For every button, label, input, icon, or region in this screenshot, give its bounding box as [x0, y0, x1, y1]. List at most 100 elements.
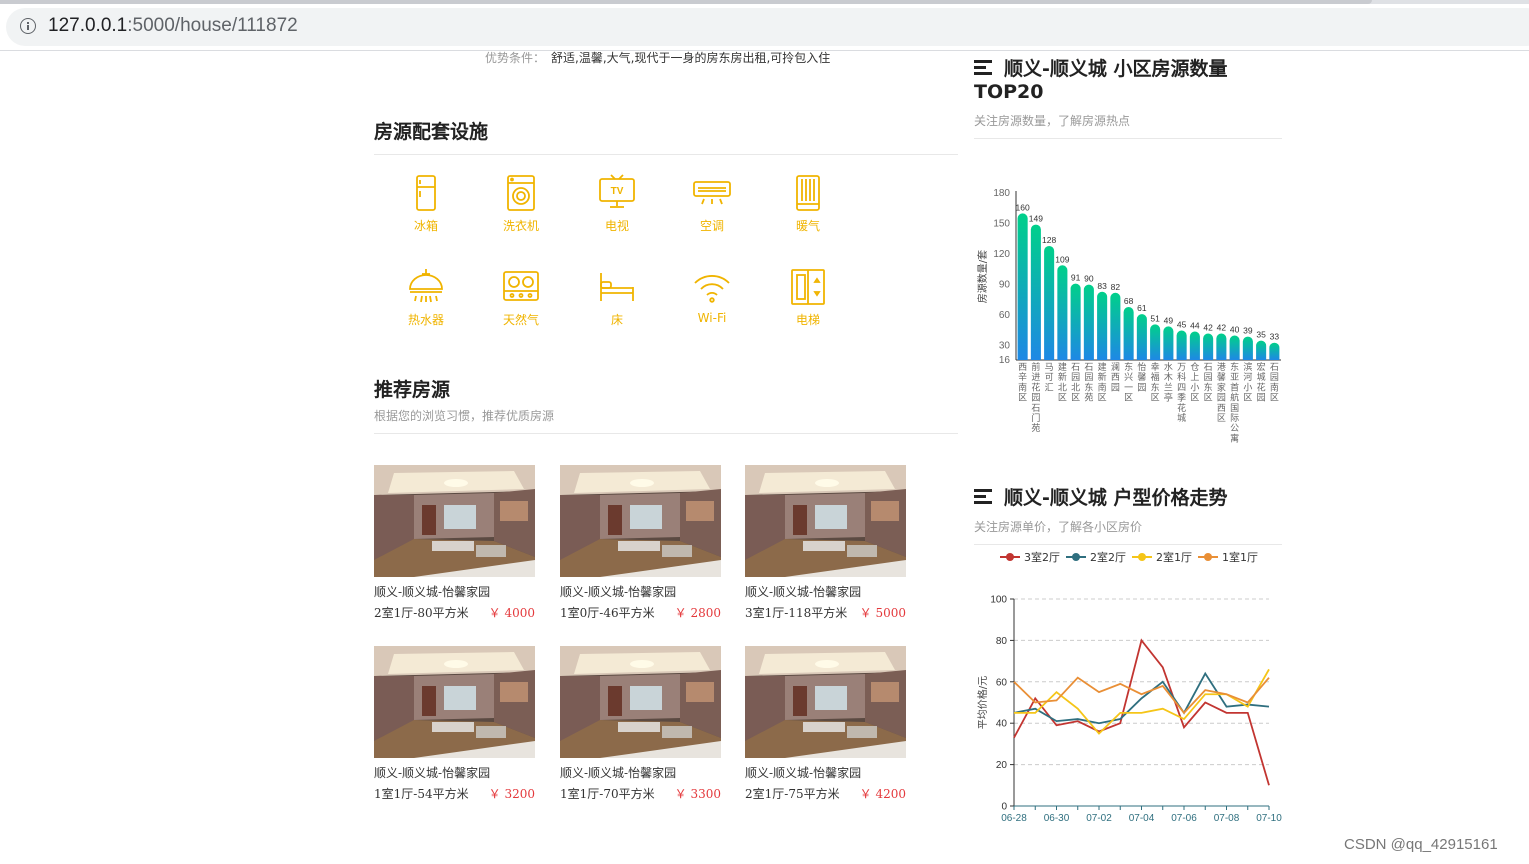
elevator-icon — [791, 269, 825, 305]
bar — [1189, 331, 1200, 360]
house-name[interactable]: 顺义-顺义城-怡馨家园 — [560, 764, 721, 781]
category-char: 苑 — [1084, 392, 1093, 404]
x-tick-label: 07-02 — [1086, 813, 1112, 824]
bar-category-label: 澜西园 — [1111, 362, 1120, 393]
category-char: 石 — [1204, 363, 1213, 373]
category-char: 寓 — [1230, 432, 1239, 444]
category-char: 航 — [1230, 392, 1239, 404]
legend-item[interactable]: 2室2厅 — [1066, 550, 1126, 564]
house-card[interactable]: 顺义-顺义城-怡馨家园 2室1厅-75平方米 ￥ 4200 — [745, 646, 906, 802]
url-text[interactable]: 127.0.0.1:5000/house/111872 — [48, 15, 298, 37]
category-char: 上 — [1190, 372, 1199, 383]
trend-subtitle: 关注房源单价，了解各小区房价 — [974, 520, 1143, 534]
bar-y-tick-label: 60 — [999, 310, 1011, 321]
house-meta: 2室1厅-80平方米 ￥ 4000 — [374, 604, 535, 621]
x-tick-label: 07-04 — [1129, 813, 1155, 824]
category-char: 园 — [1031, 393, 1040, 404]
house-name[interactable]: 顺义-顺义城-怡馨家园 — [745, 583, 906, 600]
advantage-line: 优势条件： 舒适,温馨,大气,现代于一身的房东房出租,可拎包入住 — [485, 49, 830, 66]
svg-text:TV: TV — [611, 186, 624, 197]
facility-gas-stove: 天然气 — [486, 267, 556, 328]
house-price: ￥ 2800 — [674, 606, 721, 620]
category-char: 区 — [1204, 393, 1213, 404]
top20-bar-chart[interactable]: 16306090120150180房源数量/套160西辛南区149前进花园石门苑… — [970, 180, 1290, 455]
facility-water-heater: 热水器 — [391, 267, 461, 328]
category-char: 马 — [1045, 362, 1054, 373]
house-name[interactable]: 顺义-顺义城-怡馨家园 — [374, 764, 535, 781]
house-card[interactable]: 顺义-顺义城-怡馨家园 1室1厅-70平方米 ￥ 3300 — [560, 646, 721, 802]
house-photo — [745, 646, 906, 758]
legend-marker — [1138, 553, 1146, 561]
house-card[interactable]: 顺义-顺义城-怡馨家园 1室1厅-54平方米 ￥ 3200 — [374, 646, 535, 802]
category-char: 一 — [1124, 383, 1133, 393]
house-photo-frame[interactable] — [560, 646, 721, 758]
bar-y-tick-label: 150 — [993, 219, 1010, 230]
bar — [1030, 224, 1041, 360]
house-card[interactable]: 顺义-顺义城-怡馨家园 1室0厅-46平方米 ￥ 2800 — [560, 465, 721, 621]
x-tick-label: 07-10 — [1256, 813, 1282, 824]
legend-item[interactable]: 3室2厅 — [1000, 550, 1060, 564]
house-photo-frame[interactable] — [560, 465, 721, 577]
bar-category-label: 石园东区 — [1204, 363, 1213, 404]
category-char: 东 — [1151, 381, 1160, 393]
category-char: 区 — [1124, 393, 1133, 404]
house-layout: 2室1厅-80平方米 — [374, 606, 469, 620]
bar-category-label: 建新南区 — [1098, 361, 1107, 404]
info-icon[interactable] — [20, 18, 36, 34]
category-char: 亚 — [1230, 372, 1239, 383]
active-tab[interactable] — [0, 0, 1372, 4]
x-tick-label: 06-28 — [1001, 813, 1027, 824]
bar-value-label: 40 — [1230, 325, 1240, 335]
legend-marker — [1006, 553, 1014, 561]
house-name[interactable]: 顺义-顺义城-怡馨家园 — [374, 583, 535, 600]
category-char: 木 — [1164, 371, 1173, 383]
bar — [1070, 283, 1081, 360]
legend-label: 2室1厅 — [1156, 550, 1192, 564]
house-photo-frame[interactable] — [745, 646, 906, 758]
house-photo-frame[interactable] — [374, 646, 535, 758]
category-char: 馨 — [1137, 371, 1146, 383]
category-char: 仓 — [1190, 361, 1199, 373]
bar-value-label: 33 — [1270, 332, 1280, 342]
legend-item[interactable]: 1室1厅 — [1198, 550, 1258, 564]
recommend-subtitle: 根据您的浏览习惯，推荐优质房源 — [374, 409, 555, 423]
y-tick-label: 40 — [996, 719, 1008, 730]
house-name[interactable]: 顺义-顺义城-怡馨家园 — [745, 764, 906, 781]
facility-label: 洗衣机 — [502, 219, 539, 233]
bar — [1229, 335, 1240, 360]
category-char: 西 — [1111, 372, 1120, 383]
washing-machine-icon — [507, 175, 535, 211]
category-char: 区 — [1151, 393, 1160, 404]
category-char: 国 — [1230, 403, 1239, 414]
house-card[interactable]: 顺义-顺义城-怡馨家园 3室1厅-118平方米 ￥ 5000 — [745, 465, 906, 621]
divider — [374, 154, 958, 155]
bar-category-label: 东亚首航国际公寓 — [1230, 361, 1239, 444]
watermark: CSDN @qq_42915161 — [1344, 836, 1498, 853]
price-trend-line-chart[interactable]: 3室2厅 2室2厅 2室1厅 1室1厅 0 20 40 60 80 100 平均价格/元 06-28 0… — [970, 546, 1288, 830]
house-layout: 3室1厅-118平方米 — [745, 606, 848, 620]
house-meta: 1室1厅-54平方米 ￥ 3200 — [374, 785, 535, 802]
house-name[interactable]: 顺义-顺义城-怡馨家园 — [560, 583, 721, 600]
category-char: 新 — [1098, 371, 1107, 383]
house-photo-frame[interactable] — [374, 465, 535, 577]
facility-label: 床 — [610, 313, 623, 327]
category-char: 石 — [1270, 363, 1279, 373]
category-char: 区 — [1071, 393, 1080, 404]
bar-value-label: 51 — [1150, 313, 1160, 323]
category-char: 石 — [1071, 363, 1080, 373]
bar — [1017, 213, 1028, 360]
house-card[interactable]: 顺义-顺义城-怡馨家园 2室1厅-80平方米 ￥ 4000 — [374, 465, 535, 621]
category-char: 万 — [1177, 363, 1186, 373]
house-layout: 1室1厅-70平方米 — [560, 787, 655, 801]
bar-value-label: 160 — [1016, 202, 1030, 212]
category-char: 园 — [1137, 382, 1146, 393]
category-char: 区 — [1190, 393, 1199, 404]
category-char: 宏 — [1257, 361, 1266, 373]
legend-item[interactable]: 2室1厅 — [1132, 550, 1192, 564]
address-bar[interactable]: 127.0.0.1:5000/house/111872 — [6, 8, 1529, 46]
facility-bed: 床 — [582, 267, 652, 328]
house-photo-frame[interactable] — [745, 465, 906, 577]
tv-icon: TV — [599, 174, 635, 208]
category-char: 四 — [1177, 383, 1186, 393]
category-char: 花 — [1177, 402, 1186, 414]
